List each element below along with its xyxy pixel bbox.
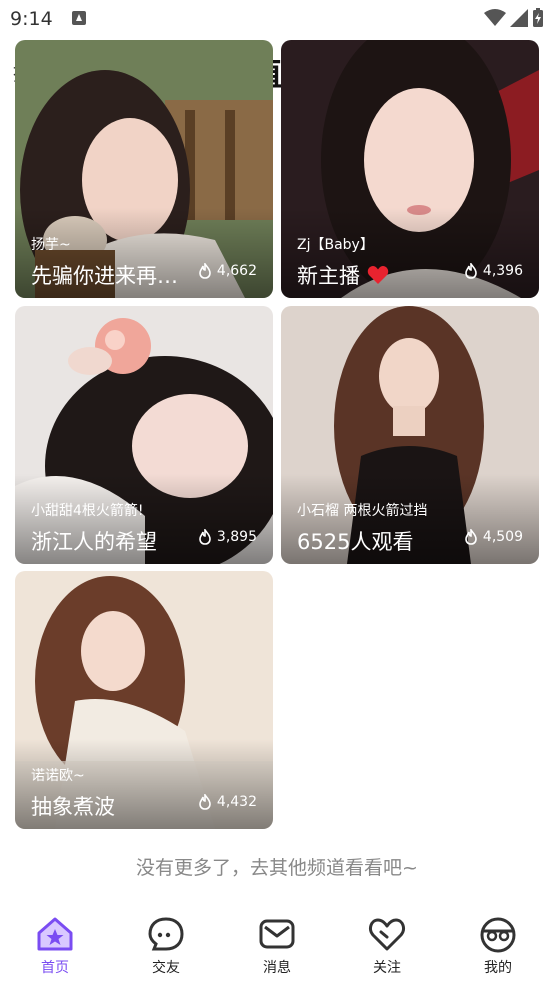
streamer-name: 小甜甜4根火箭箭! [31,503,144,519]
live-card[interactable]: 小甜甜4根火箭箭! 浙江人的希望 3,895 [15,306,273,564]
notification-a-icon [72,11,86,25]
nav-follow[interactable]: 关注 [352,915,422,977]
home-icon [37,917,73,951]
live-card[interactable]: 扬芋~ 先骗你进来再… 4,662 [15,40,273,298]
end-of-list-message: 没有更多了，去其他频道看看吧~ [136,857,418,879]
bottom-nav: 首页 交友 消息 关注 我的 [0,905,554,984]
nav-home[interactable]: 首页 [20,915,90,977]
heat-count: 4,509 [463,529,523,545]
heat-count: 4,662 [197,263,257,279]
live-card[interactable]: Zj【Baby】 新主播 4,396 [281,40,539,298]
heat-value: 4,432 [216,794,257,810]
nav-messages[interactable]: 消息 [242,915,312,977]
flame-icon [199,794,211,810]
nav-label: 消息 [263,960,291,976]
heat-value: 4,662 [216,263,257,279]
heat-value: 3,895 [216,529,257,545]
nav-label: 关注 [373,960,401,976]
streamer-name: Zj【Baby】 [297,237,374,253]
signal-icon [510,9,528,27]
stream-title: 抽象煮波 [31,795,115,819]
stream-title: 新主播 [297,260,389,290]
heat-value: 4,396 [482,263,523,279]
streamer-name: 扬芋~ [31,237,71,253]
heat-value: 4,509 [482,529,523,545]
nav-label: 交友 [152,960,180,976]
nav-friends[interactable]: 交友 [131,915,201,977]
live-card[interactable]: 小石榴 两根火箭过挡 6525人观看 4,509 [281,306,539,564]
status-bar: 9:14 [0,0,554,38]
flame-icon [465,263,477,279]
nav-profile[interactable]: 我的 [463,915,533,977]
stream-title: 6525人观看 [297,530,414,554]
streamer-name: 小石榴 两根火箭过挡 [297,503,428,519]
chat-icon [148,917,184,951]
heat-count: 4,396 [463,263,523,279]
flame-icon [465,529,477,545]
battery-icon [533,8,543,27]
wifi-icon [484,9,506,26]
profile-icon [480,917,516,953]
flame-icon [199,263,211,279]
red-heart-icon [367,266,388,284]
heart-icon [369,918,405,951]
status-time: 9:14 [10,8,53,30]
status-indicators [484,8,544,28]
streamer-name: 诺诺欧~ [31,768,85,784]
heat-count: 3,895 [197,529,257,545]
nav-label: 我的 [484,960,512,976]
heat-count: 4,432 [197,794,257,810]
flame-icon [199,529,211,545]
stream-title: 先骗你进来再… [31,264,178,288]
nav-label: 首页 [41,960,69,976]
stream-title-text: 新主播 [297,264,360,288]
live-card[interactable]: 诺诺欧~ 抽象煮波 4,432 [15,571,273,829]
mail-icon [259,919,295,949]
stream-title: 浙江人的希望 [31,530,157,554]
